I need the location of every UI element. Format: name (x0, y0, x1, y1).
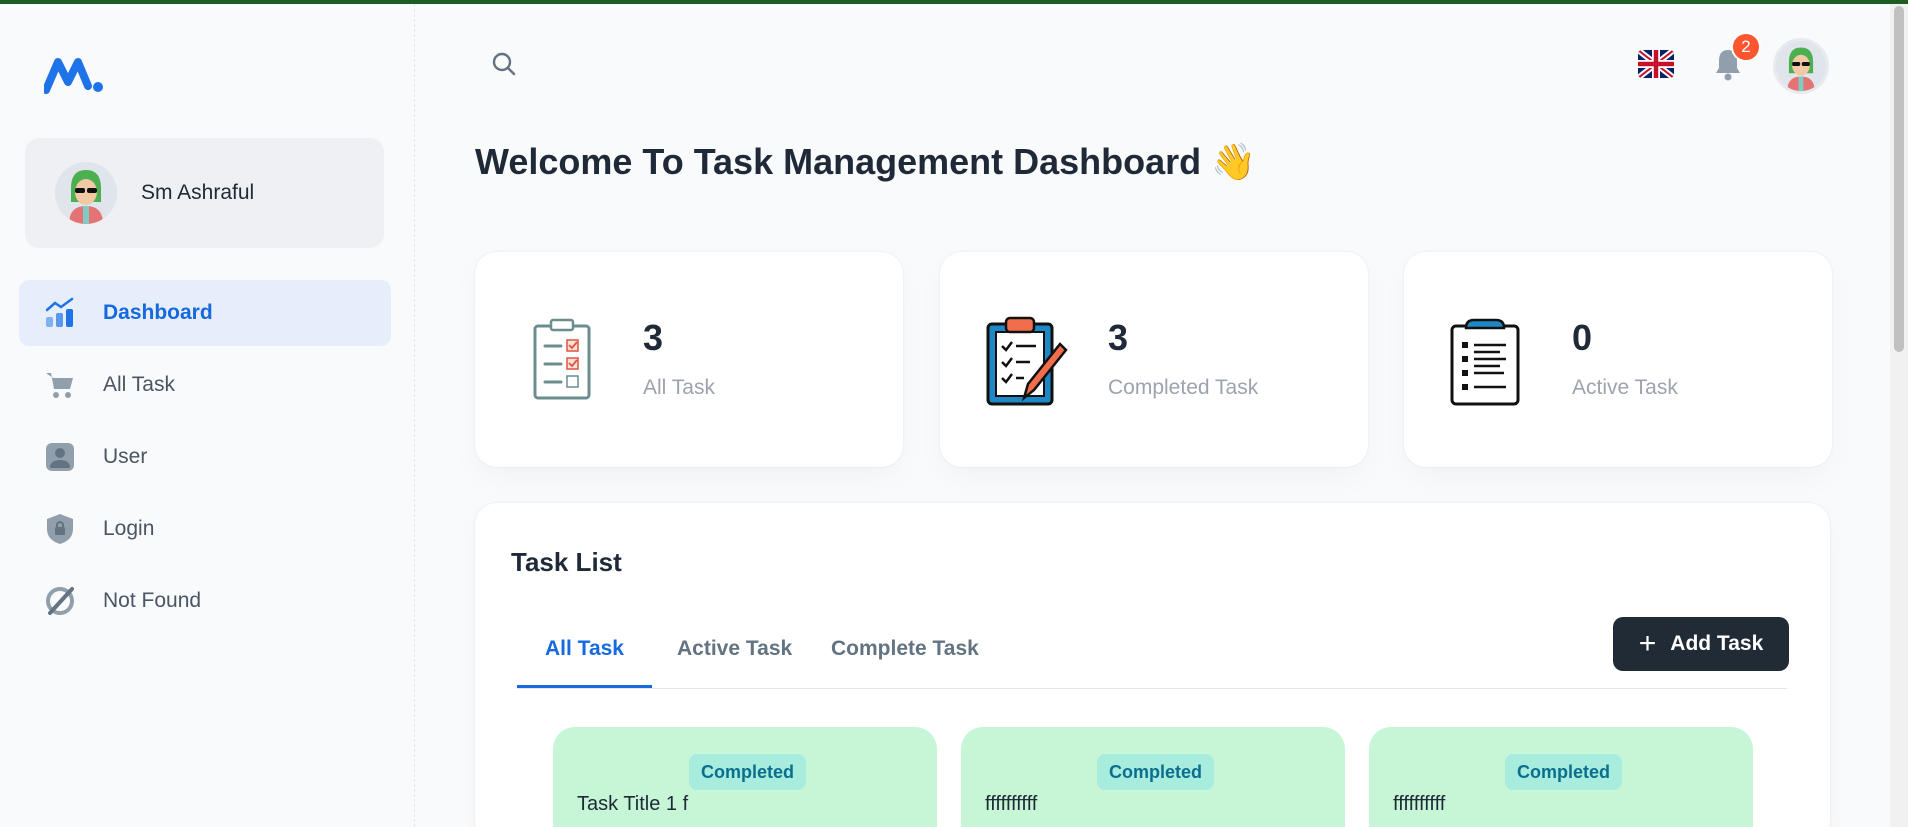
page-scrollbar[interactable] (1890, 4, 1908, 827)
sidebar-nav: Dashboard All Task User Login Not Found (19, 280, 391, 640)
stat-label: Active Task (1572, 376, 1678, 399)
task-title: ffffffffff (1393, 793, 1446, 815)
add-task-label: Add Task (1670, 632, 1764, 655)
stat-label: Completed Task (1108, 376, 1259, 399)
stat-card-all-task: 3 All Task (475, 252, 903, 467)
sidebar-item-label: All Task (103, 373, 175, 396)
stat-value: 3 (643, 317, 664, 358)
stat-card-active-task: 0 Active Task (1404, 252, 1832, 467)
task-tabs: All Task Active Task Complete Task (517, 613, 1787, 689)
task-title: ffffffffff (985, 793, 1038, 815)
task-list-title: Task List (511, 547, 622, 577)
stat-label: All Task (643, 376, 715, 399)
sidebar-item-user[interactable]: User (19, 424, 391, 490)
sidebar-item-label: Dashboard (103, 301, 213, 324)
notification-badge: 2 (1731, 32, 1761, 62)
bell-icon (1710, 50, 1746, 86)
sidebar-item-not-found[interactable]: Not Found (19, 568, 391, 634)
stat-value: 3 (1108, 317, 1129, 358)
sidebar-item-all-task[interactable]: All Task (19, 352, 391, 418)
sidebar-item-login[interactable]: Login (19, 496, 391, 562)
task-list-panel: Task List All Task Active Task Complete … (475, 503, 1830, 827)
app-logo[interactable] (42, 54, 104, 94)
search-icon (491, 51, 517, 82)
chart-icon (43, 296, 77, 330)
uk-flag-icon[interactable] (1638, 50, 1674, 78)
task-card[interactable]: Completed ffffffffff (1369, 727, 1753, 827)
user-icon (43, 440, 77, 474)
page-title: Welcome To Task Management Dashboard 👋 (475, 141, 1256, 182)
slash-icon (43, 584, 77, 618)
status-badge: Completed (689, 754, 807, 790)
task-title: Task Title 1 f (577, 793, 689, 815)
user-name: Sm Ashraful (141, 181, 255, 204)
add-task-button[interactable]: + Add Task (1613, 617, 1789, 671)
avatar (55, 162, 117, 224)
tab-complete-task[interactable]: Complete Task (831, 637, 979, 685)
lock-icon (43, 512, 77, 546)
task-card[interactable]: Completed ffffffffff (961, 727, 1345, 827)
task-card[interactable]: Completed Task Title 1 f (553, 727, 937, 827)
clipboard-checklist-icon (525, 314, 615, 408)
plus-icon: + (1638, 627, 1657, 660)
scrollbar-thumb[interactable] (1894, 6, 1904, 352)
tab-all-task[interactable]: All Task (517, 637, 652, 688)
account-avatar[interactable] (1773, 38, 1829, 94)
sidebar-item-dashboard[interactable]: Dashboard (19, 280, 391, 346)
stat-card-completed-task: 3 Completed Task (940, 252, 1368, 467)
status-badge: Completed (1097, 754, 1215, 790)
tab-active-task[interactable]: Active Task (677, 637, 792, 685)
clipboard-pencil-icon (980, 314, 1070, 408)
stat-value: 0 (1572, 317, 1593, 358)
sidebar-item-label: Login (103, 517, 155, 540)
search-button[interactable] (488, 50, 520, 82)
sidebar: Sm Ashraful Dashboard All Task User Logi… (0, 4, 415, 827)
cart-icon (43, 368, 77, 402)
user-card[interactable]: Sm Ashraful (25, 138, 384, 248)
status-badge: Completed (1505, 754, 1623, 790)
clipboard-list-icon (1444, 314, 1534, 408)
sidebar-item-label: Not Found (103, 589, 202, 612)
sidebar-item-label: User (103, 445, 148, 468)
